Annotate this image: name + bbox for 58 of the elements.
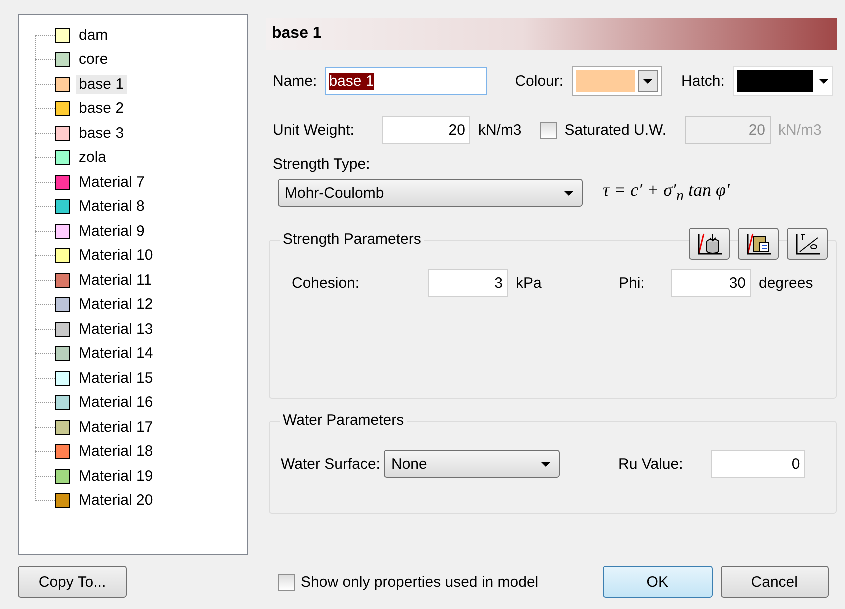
parameter-label: Cohesion: (292, 274, 361, 292)
unit-weight-label: Unit Weight: (273, 122, 354, 138)
checkbox[interactable] (540, 122, 557, 138)
show-only-label: Show only properties used in model (301, 574, 539, 590)
saturated-label: Saturated U.W. (564, 122, 666, 138)
formula: τ = c′ + σ′$_{n}$ tan φ′ (603, 180, 730, 206)
tree-item[interactable]: Material 10 (76, 246, 156, 266)
tree-item[interactable]: Material 15 (76, 368, 156, 388)
strength-type-dropdown[interactable]: Mohr-Coulomb (278, 179, 583, 207)
tree-item[interactable]: Material 17 (76, 418, 156, 437)
tree-item[interactable]: base 1 (76, 74, 128, 94)
cylinder-graph-icon (696, 232, 724, 256)
colour-label: Colour: (515, 72, 564, 90)
tree-item[interactable]: Material 7 (76, 172, 148, 192)
material-header: base 1 (266, 18, 837, 50)
line-graph-icon (794, 232, 822, 256)
checkbox[interactable] (278, 574, 295, 590)
tree-item[interactable]: Material 16 (76, 393, 156, 412)
colour-dropdown[interactable] (572, 66, 662, 96)
tree-item[interactable]: Material 13 (76, 320, 156, 339)
tree-item[interactable]: core (76, 50, 112, 70)
parameter-field[interactable]: 3 (428, 269, 508, 297)
group-title: Strength Parameters (280, 231, 424, 248)
tree-item[interactable]: Material 20 (76, 491, 156, 510)
cylinder-tool-button[interactable] (689, 228, 730, 260)
unit-weight-field[interactable]: 20 (382, 116, 470, 144)
name-field[interactable]: base 1 (325, 67, 488, 95)
name-label: Name: (273, 72, 318, 90)
tree-item[interactable]: Material 12 (76, 295, 156, 314)
tree-item[interactable]: Material 18 (76, 442, 156, 462)
tree-item[interactable]: base 3 (76, 124, 128, 143)
tree-item[interactable]: Material 11 (76, 270, 156, 290)
water-surface-dropdown[interactable]: None (384, 450, 560, 478)
tree-item[interactable]: Material 14 (76, 344, 156, 364)
tree-item[interactable]: Material 8 (76, 197, 148, 216)
unit-label: degrees (759, 274, 814, 292)
tree-item[interactable]: Material 9 (76, 222, 148, 241)
unit-label: kN/m3 (778, 122, 822, 138)
tree-item[interactable]: Material 19 (76, 466, 156, 486)
hatch-label: Hatch: (682, 72, 725, 90)
tree-item[interactable]: zola (76, 148, 110, 168)
clipboard-graph-icon (744, 232, 772, 256)
envelope-tool-button[interactable] (787, 228, 828, 260)
parameter-field[interactable]: 30 (671, 269, 751, 297)
ru-value-label: Ru Value: (618, 456, 684, 472)
water-surface-label: Water Surface: (281, 456, 380, 472)
copy-to-button[interactable]: Copy To... (18, 566, 127, 598)
ok-button[interactable]: OK (602, 566, 713, 598)
cancel-button[interactable]: Cancel (720, 566, 829, 598)
tree-item[interactable]: base 2 (76, 99, 128, 118)
ru-value-field[interactable]: 0 (711, 450, 806, 478)
tree-item[interactable]: dam (76, 26, 112, 45)
parameter-label: Phi: (619, 274, 646, 292)
unit-label: kN/m3 (478, 122, 522, 138)
strength-type-label: Strength Type: (273, 156, 370, 173)
unit-label: kPa (516, 274, 543, 292)
paste-tool-button[interactable] (738, 228, 779, 260)
hatch-dropdown[interactable] (732, 66, 833, 96)
